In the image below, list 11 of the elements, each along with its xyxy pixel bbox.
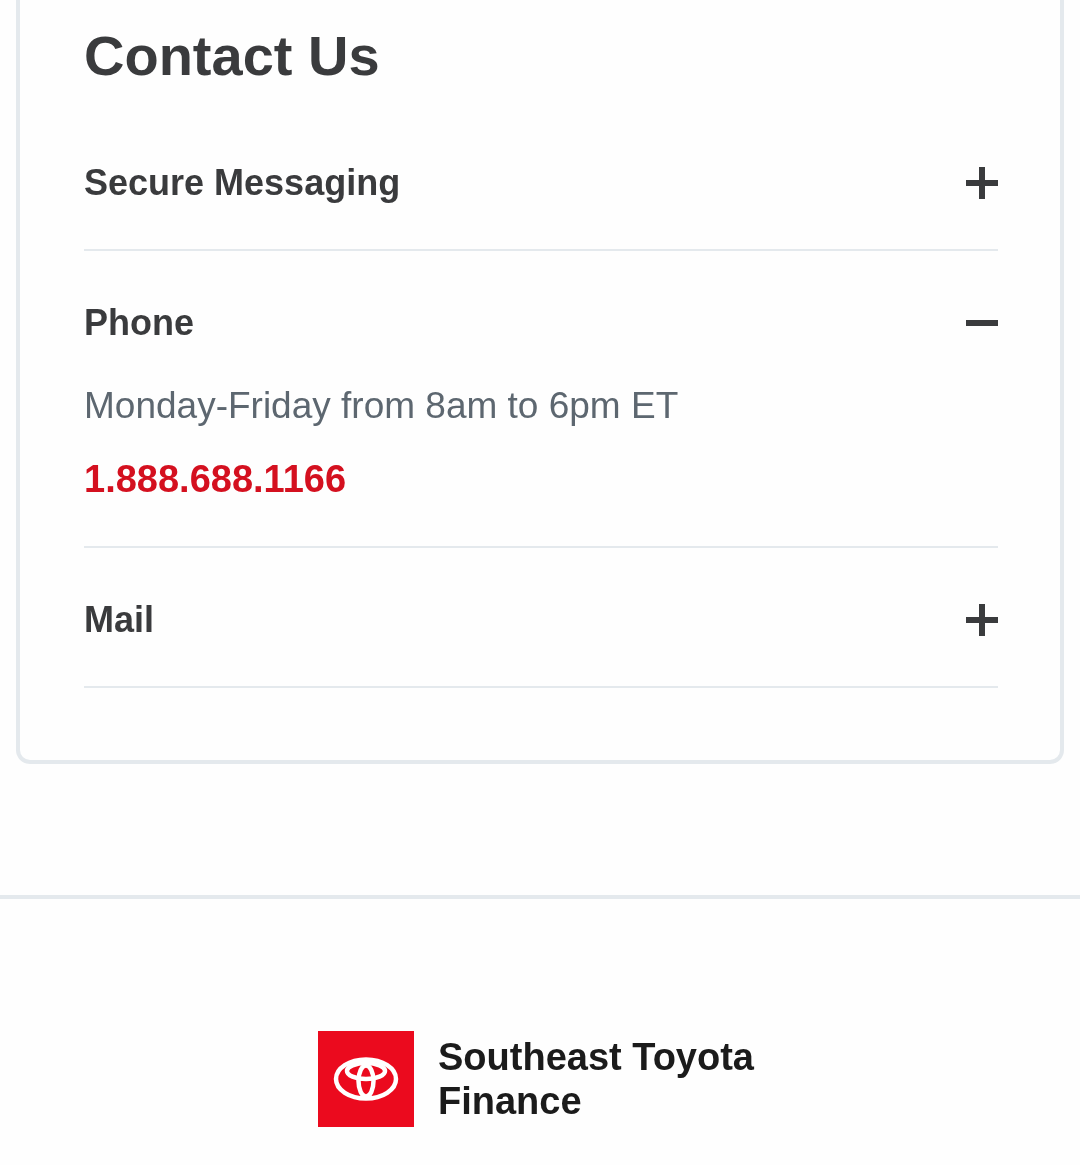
- logo-icon: [318, 1031, 414, 1127]
- section-title: Contact Us: [84, 23, 381, 89]
- accordion-header[interactable]: Secure Messaging: [84, 111, 998, 249]
- brand-name: Southeast Toyota Finance: [438, 1035, 755, 1123]
- minus-icon: [966, 320, 998, 326]
- phone-link[interactable]: 1.888.688.1166: [84, 455, 347, 503]
- hours-text: Monday-Friday from 8am to 6pm ET: [84, 384, 679, 428]
- plus-icon: [966, 167, 998, 199]
- plus-icon: [966, 604, 998, 636]
- accordion-header[interactable]: Phone: [84, 251, 998, 345]
- accordion-header[interactable]: Mail: [84, 548, 998, 686]
